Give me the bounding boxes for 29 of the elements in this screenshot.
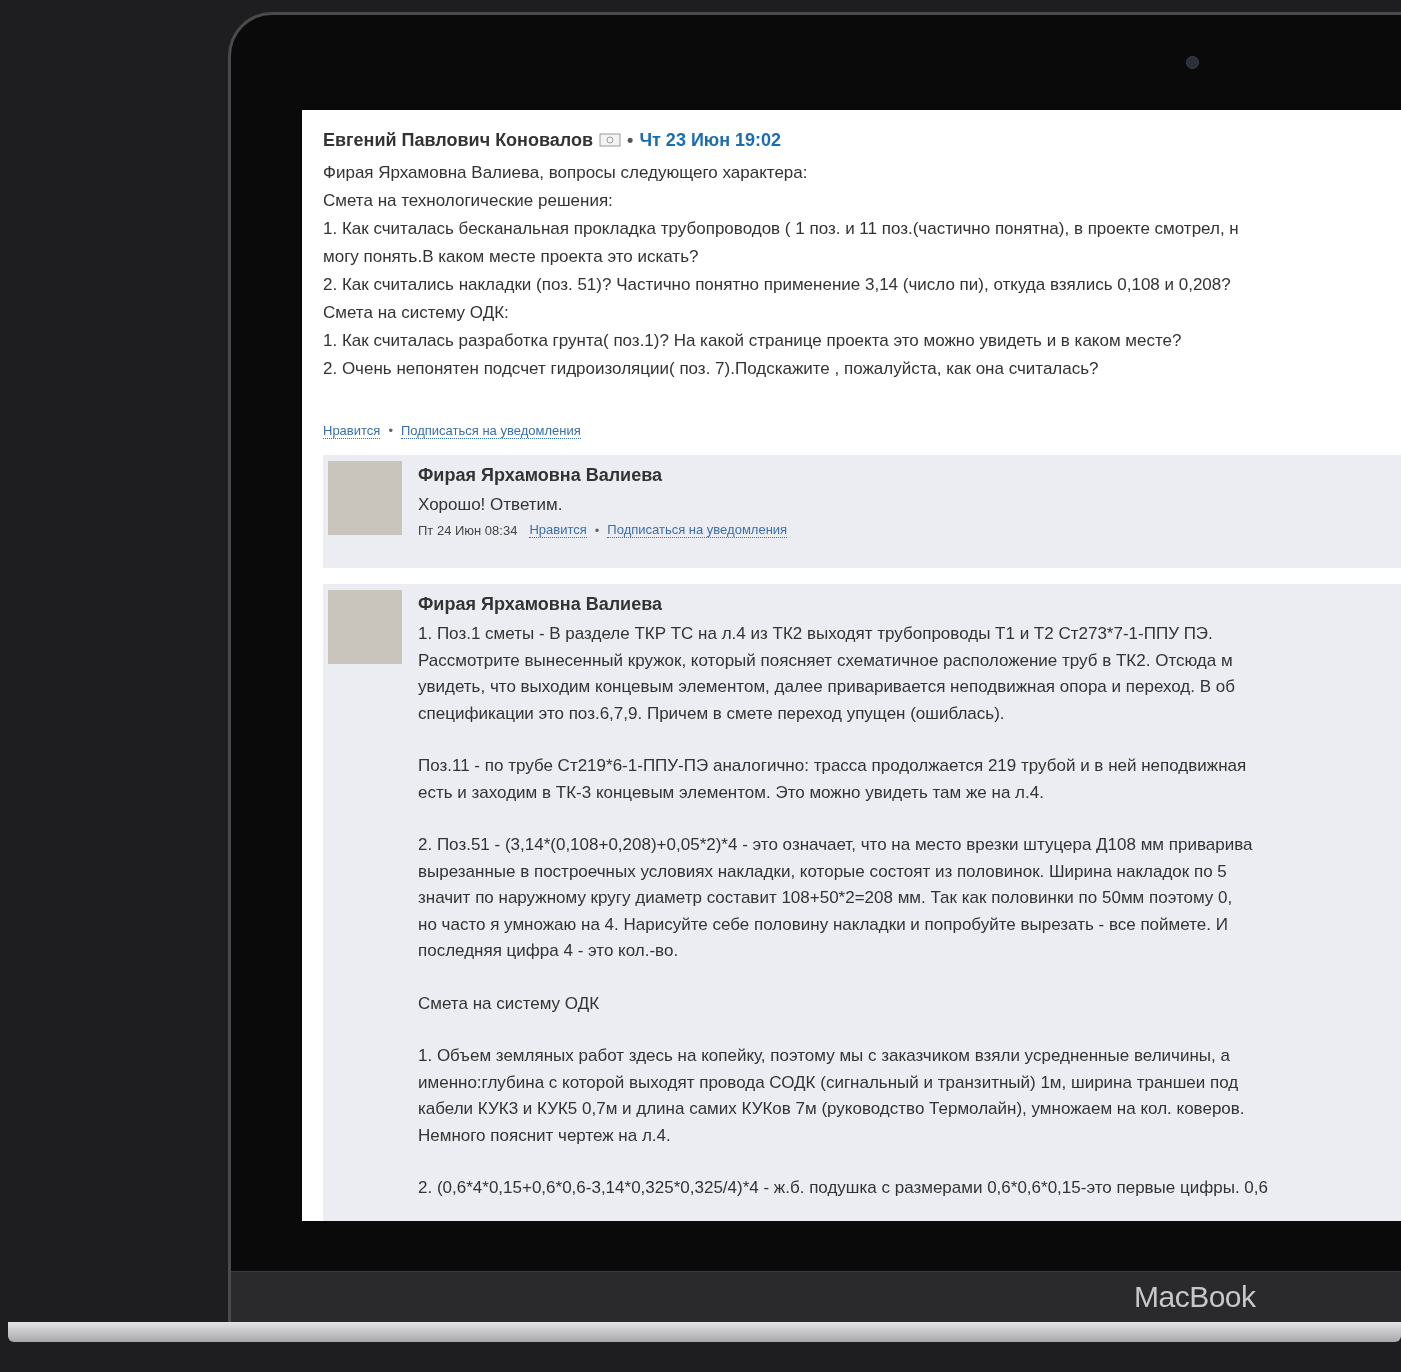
post-text: 1. Как считалась разработка грунта( поз.1)? На какой странице проекта это можно увидеть и в каком месте?	[323, 329, 1183, 352]
comment-author[interactable]: Фирая Ярхамовна Валиева	[418, 594, 1268, 616]
comment-text: 1. Поз.1 сметы - В разделе ТКР ТС на л.4 из ТК2 выходят трубопроводы Т1 и Т2 Ст273*7-1-ППУ ПЭ. Рассмотрите вынесенный кружок, который поясняет схематичное расположение труб в ТК2. Отсюда м увидеть, что выходим концевым элементом, далее приваривается неподвижная опора и переход. В об спецификации это поз.6,7,9. Причем в смете переход упущен (ошиблась).	[418, 623, 1236, 725]
action-link[interactable]: Нравится	[529, 522, 587, 539]
comment-text: Смета на систему ОДК	[418, 992, 601, 1015]
post-author: Евгений Павлович Коновалов	[323, 129, 594, 151]
post-text: Смета на технологические решения:	[323, 189, 614, 212]
separator-dot: •	[594, 522, 600, 538]
comment-text: Поз.11 - по трубе Ст219*6-1-ППУ-ПЭ аналогично: трасса продолжается 219 трубой и в ней неподвижная есть и заходим в ТК-3 концевым элементом. Это можно увидеть там же на л.4.	[418, 755, 1248, 804]
comment-text: 1. Объем земляных работ здесь на копейку, поэтому мы с заказчиком взяли усредненные величины, а именно:глубина с которой выходят провода СОДК (сигнальный и транзитный) 1м, ширина траншеи под кабели КУК3 и КУК5 0,7м и длина самих КУКов 7м (руководство Термолайн), умножаем на кол. коверов. Немного пояснит чертеж на л.4.	[418, 1045, 1246, 1147]
separator-dot: •	[388, 423, 393, 439]
action-link[interactable]: Подписаться на уведомления	[400, 422, 581, 439]
comment-date: Пт 24 Июн 08:34	[418, 522, 518, 538]
camera-icon	[1186, 55, 1199, 69]
post-text: 2. Как считались накладки (поз. 51)? Частично понятно применение 3,14 (число пи), откуда взялись 0,108 и 0,208?	[323, 273, 1232, 296]
action-link[interactable]: Подписаться на уведомления	[607, 522, 788, 539]
action-link[interactable]: Нравится	[323, 422, 381, 439]
post-text: 2. Очень непонятен подсчет гидроизоляции( поз. 7).Подскажите , пожалуйста, как она считалась?	[323, 357, 1100, 380]
post-text: 1. Как считалась бесканальная прокладка трубопроводов ( 1 поз. и 11 поз.(частично понятна), в проекте смотрел, н могу понять.В каком месте проекта это искать?	[323, 217, 1240, 268]
banknote-icon	[599, 133, 622, 148]
post-date[interactable]: Чт 23 Июн 19:02	[639, 129, 782, 151]
brand-label: MacBook	[1134, 1280, 1256, 1315]
comment-text: 2. Поз.51 - (3,14*(0,108+0,208)+0,05*2)*4 - это означает, что на место врезки штуцера Д108 мм приварива вырезанные в построечных условиях накладки, которые состоят из половинок. Ширина накладок по 5 значит по наружному кругу диаметр составит 108+50*2=208 мм. Так как половинки по 50мм поэтому 0, но часто я умножаю на 4. Нарисуйте себе половину накладки и попробуйте вырезать - все поймете. И последняя цифра 4 - это кол.-во.	[418, 834, 1254, 963]
comment-author[interactable]: Фирая Ярхамовна Валиева	[418, 464, 788, 486]
separator-dot: •	[627, 129, 634, 151]
post-text: Фирая Ярхамовна Валиева, вопросы следующего характера:	[323, 161, 809, 184]
comment-text: 2. (0,6*4*0,15+0,6*0,6-3,14*0,325*0,325/4)*4 - ж.б. подушка с размерами 0,6*0,6*0,15-это первые цифры. 0,6	[418, 1177, 1268, 1200]
comment-text: Хорошо! Ответим.	[418, 493, 564, 516]
post-text: Смета на систему ОДК:	[323, 301, 510, 324]
